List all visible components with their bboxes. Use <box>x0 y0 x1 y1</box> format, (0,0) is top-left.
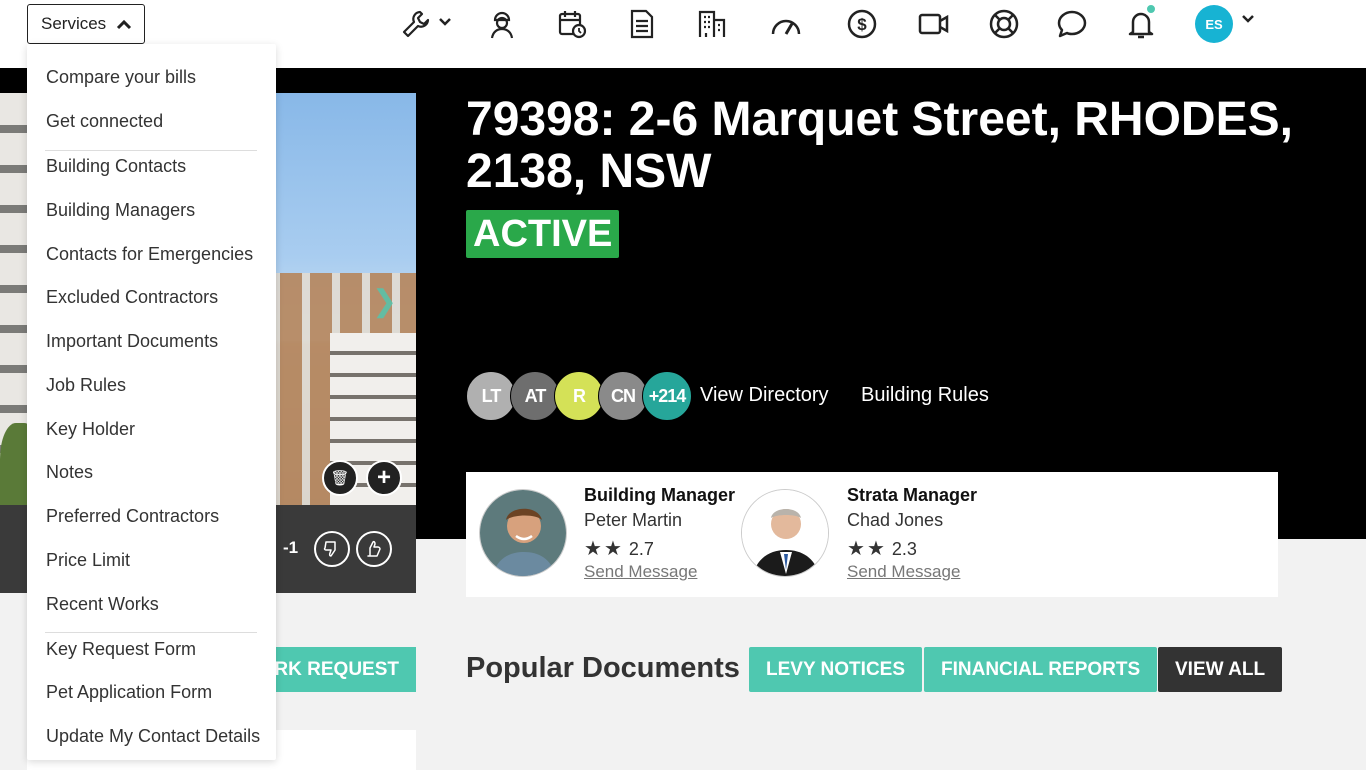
directory-avatar[interactable]: R <box>554 371 604 421</box>
menu-item-key-holder[interactable]: Key Holder <box>46 419 135 440</box>
chat-icon[interactable] <box>1052 4 1092 44</box>
menu-item-get-connected[interactable]: Get connected <box>46 111 163 132</box>
star-icon: ★ <box>866 538 885 560</box>
directory-more-avatar[interactable]: +214 <box>642 371 692 421</box>
thumbs-down-icon <box>323 541 336 557</box>
directory-avatar[interactable]: AT <box>510 371 560 421</box>
dollar-icon[interactable]: $ <box>842 4 882 44</box>
menu-item-important-documents[interactable]: Important Documents <box>46 331 218 352</box>
chevron-up-icon <box>116 19 132 30</box>
managers-card: Building Manager Peter Martin ★ ★ 2.7 Sen… <box>466 472 1278 597</box>
gauge-icon[interactable] <box>766 4 806 44</box>
building-rules-link[interactable]: Building Rules <box>861 384 989 407</box>
property-title: 79398: 2-6 Marquet Street, RHODES, 2138,… <box>466 93 1293 198</box>
user-avatar[interactable]: ES <box>1195 5 1233 43</box>
avatar-initials: LT <box>481 385 502 406</box>
menu-item-excluded-contractors[interactable]: Excluded Contractors <box>46 287 218 308</box>
manager-rating: ★ ★ 2.7 <box>584 536 654 561</box>
menu-item-update-contact-details[interactable]: Update My Contact Details <box>46 726 260 747</box>
menu-divider <box>45 150 257 151</box>
directory-avatar[interactable]: CN <box>598 371 648 421</box>
status-badge: ACTIVE <box>466 210 620 258</box>
send-message-link[interactable]: Send Message <box>584 562 697 582</box>
rating-value: 2.3 <box>891 539 917 559</box>
menu-item-recent-works[interactable]: Recent Works <box>46 594 159 615</box>
menu-item-emergency-contacts[interactable]: Contacts for Emergencies <box>46 244 253 265</box>
send-message-link[interactable]: Send Message <box>847 562 960 582</box>
manager-role: Strata Manager <box>847 485 978 505</box>
star-icon: ★ <box>584 538 602 560</box>
star-icon: ★ <box>847 538 865 560</box>
menu-item-price-limit[interactable]: Price Limit <box>46 550 130 571</box>
star-icon: ★ <box>603 538 622 560</box>
menu-item-preferred-contractors[interactable]: Preferred Contractors <box>46 506 219 527</box>
add-photo-button[interactable]: + <box>366 460 402 496</box>
services-dropdown: Compare your bills Get connected Buildin… <box>27 44 276 760</box>
menu-item-job-rules[interactable]: Job Rules <box>46 375 126 396</box>
svg-text:$: $ <box>857 15 867 34</box>
manager-name: Peter Martin <box>584 510 683 530</box>
menu-item-building-managers[interactable]: Building Managers <box>46 200 195 221</box>
thumbs-down-button[interactable] <box>314 531 350 567</box>
directory-avatar[interactable]: LT <box>466 371 516 421</box>
wrench-icon[interactable] <box>396 4 436 44</box>
delete-photo-button[interactable]: 🗑 <box>322 460 358 496</box>
thumbs-up-button[interactable] <box>356 531 392 567</box>
menu-item-notes[interactable]: Notes <box>46 462 93 483</box>
plus-icon: + <box>376 464 391 491</box>
vote-count: -1 <box>283 538 299 557</box>
document-icon[interactable] <box>622 4 662 44</box>
chevron-down-icon[interactable] <box>438 17 452 27</box>
services-menu-button[interactable]: Services <box>27 4 145 44</box>
chevron-down-icon[interactable] <box>1241 14 1255 24</box>
manager-rating: ★ ★ 2.3 <box>847 536 917 561</box>
menu-item-key-request-form[interactable]: Key Request Form <box>46 639 196 660</box>
rating-value: 2.7 <box>628 539 654 559</box>
building-icon[interactable] <box>692 4 732 44</box>
menu-item-compare-bills[interactable]: Compare your bills <box>46 67 196 88</box>
menu-item-pet-application-form[interactable]: Pet Application Form <box>46 682 212 703</box>
manager-avatar <box>741 489 829 577</box>
view-directory-link[interactable]: View Directory <box>700 384 829 407</box>
calendar-clock-icon[interactable] <box>552 4 592 44</box>
notification-dot <box>1146 4 1156 14</box>
thumbs-up-icon <box>367 540 381 557</box>
avatar-initials: R <box>573 385 586 406</box>
trash-icon: 🗑 <box>330 470 350 487</box>
lifebuoy-icon[interactable] <box>984 4 1024 44</box>
bell-icon[interactable] <box>1121 4 1161 44</box>
manager-avatar <box>479 489 567 577</box>
manager-role: Building Manager <box>584 485 736 505</box>
levy-notices-button[interactable]: LEVY NOTICES <box>749 647 923 692</box>
menu-divider <box>45 632 257 633</box>
user-initials: ES <box>1205 16 1223 32</box>
manager-name: Chad Jones <box>847 510 944 530</box>
video-icon[interactable] <box>913 4 953 44</box>
services-label: Services <box>41 14 107 33</box>
worker-icon[interactable] <box>482 4 522 44</box>
view-all-button[interactable]: VIEW ALL <box>1158 647 1283 692</box>
avatar-initials: AT <box>524 385 547 406</box>
menu-item-building-contacts[interactable]: Building Contacts <box>46 156 186 177</box>
carousel-next-icon[interactable]: ❯ <box>372 284 397 319</box>
popular-documents-title: Popular Documents <box>466 652 740 684</box>
avatar-initials: +214 <box>648 385 687 406</box>
avatar-initials: CN <box>611 385 636 406</box>
financial-reports-button[interactable]: FINANCIAL REPORTS <box>924 647 1158 692</box>
